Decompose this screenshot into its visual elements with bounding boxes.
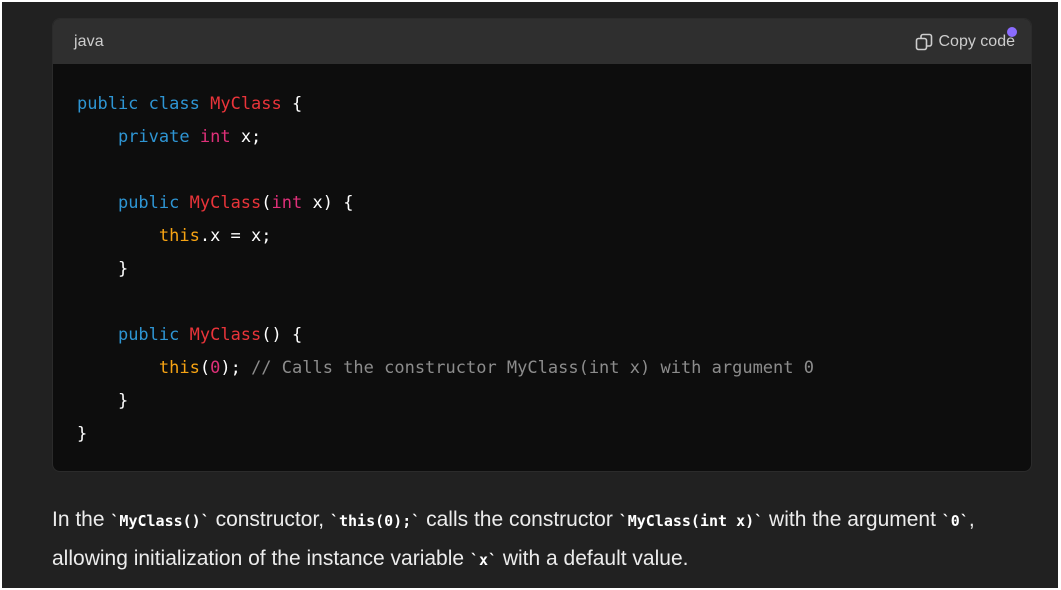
copy-code-label: Copy code — [938, 32, 1016, 50]
code-line: } — [77, 418, 1007, 451]
code-token-number: 0 — [210, 358, 221, 378]
inline-code: `0` — [941, 512, 969, 530]
code-token-plain: x) { — [302, 193, 354, 213]
code-token-keyword: public — [117, 325, 180, 345]
inline-code: `MyClass(int x)` — [618, 512, 764, 530]
code-content: public class MyClass { private int x; pu… — [53, 64, 1031, 451]
code-token-class: MyClass — [189, 325, 262, 345]
code-line: } — [77, 385, 1007, 418]
paragraph-text: with a default value. — [497, 547, 689, 570]
code-token-type: int — [199, 127, 231, 147]
code-line: public MyClass() { — [77, 319, 1007, 352]
code-line: private int x; — [77, 121, 1007, 154]
code-token-plain: .x = x; — [199, 226, 272, 246]
copy-icon — [915, 33, 933, 51]
code-token-plain: } — [77, 259, 129, 279]
inline-code: `x` — [469, 551, 498, 569]
code-token-keyword: class — [148, 94, 200, 114]
code-token-class: MyClass — [189, 193, 262, 213]
code-language-label: java — [74, 32, 104, 50]
code-token-plain: ); — [220, 358, 252, 378]
code-block: java Copy code public class MyClass { pr… — [52, 18, 1032, 472]
inline-code: `this(0);` — [329, 512, 421, 530]
paragraph-text: with the argument — [763, 508, 942, 531]
code-line: public class MyClass { — [77, 88, 1007, 121]
paragraph-text: In the — [52, 508, 111, 531]
code-token-plain: ( — [199, 358, 211, 378]
code-token-plain: { — [281, 94, 303, 114]
cursor-indicator — [1007, 26, 1017, 37]
explanation-paragraph: In the `MyClass()` constructor, `this(0)… — [52, 501, 1042, 579]
code-line: public MyClass(int x) { — [77, 187, 1007, 220]
code-line: this.x = x; — [77, 220, 1007, 253]
code-line: this(0); // Calls the constructor MyClas… — [77, 352, 1007, 385]
code-token-keyword: public — [77, 94, 139, 114]
code-block-header: java Copy code — [53, 19, 1031, 64]
code-token-this: this — [158, 226, 200, 246]
paragraph-text: calls the constructor — [420, 508, 619, 531]
code-token-type: int — [271, 193, 303, 213]
code-line: } — [77, 253, 1007, 286]
code-token-plain: } — [77, 391, 129, 411]
code-token-plain: () { — [261, 325, 303, 345]
paragraph-text: constructor, — [209, 508, 330, 531]
inline-code: `MyClass()` — [110, 512, 210, 530]
code-token-comment: // Calls the constructor MyClass(int x) … — [251, 358, 814, 378]
chat-message-panel: java Copy code public class MyClass { pr… — [2, 2, 1058, 588]
code-token-plain: ( — [261, 193, 272, 213]
code-token-this: this — [158, 358, 200, 378]
code-token-class: MyClass — [210, 94, 282, 114]
copy-code-button[interactable]: Copy code — [915, 26, 1017, 51]
code-token-plain: } — [77, 424, 88, 444]
code-token-keyword: private — [117, 127, 190, 147]
code-token-keyword: public — [117, 193, 180, 213]
code-token-plain: x; — [230, 127, 262, 147]
